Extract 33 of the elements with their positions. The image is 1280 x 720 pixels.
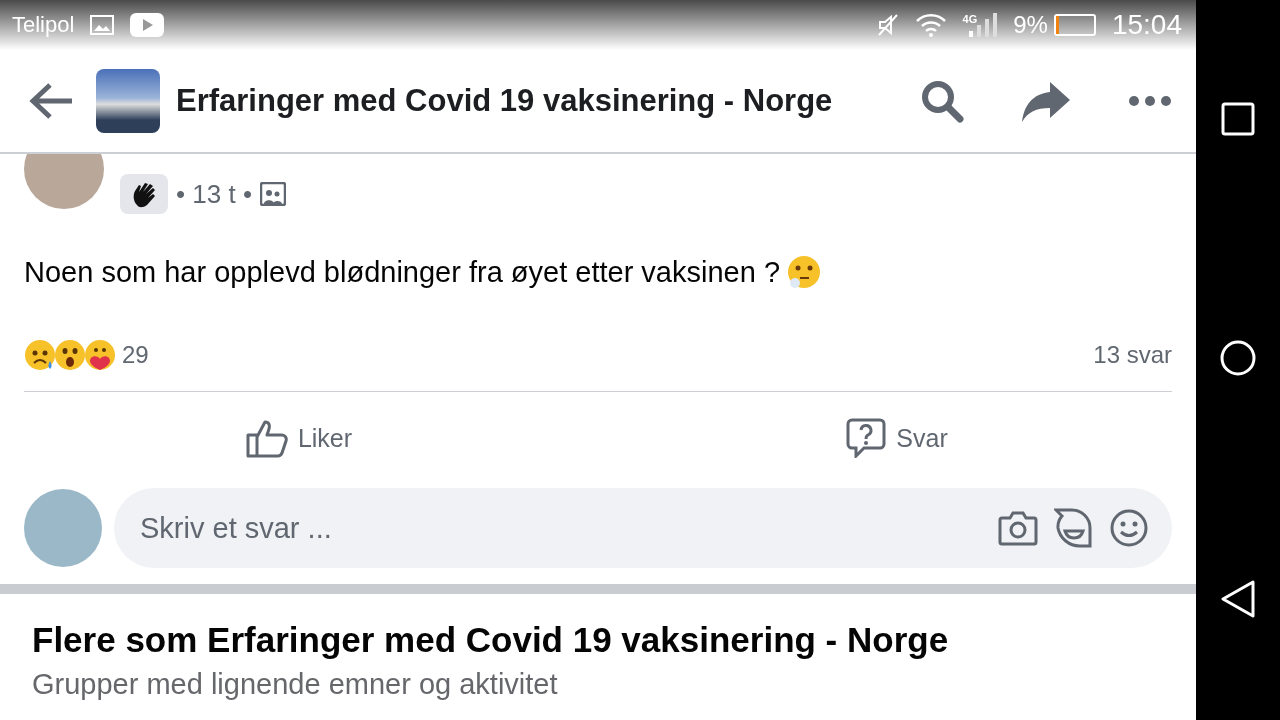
reply-button[interactable]: Svar [598, 392, 1196, 484]
play-icon [130, 13, 165, 37]
reply-count[interactable]: 13 svar [1093, 341, 1172, 369]
group-icon [260, 182, 287, 206]
group-photo-placeholder [96, 69, 160, 133]
reply-input-bar[interactable]: Skriv et svar ... [114, 488, 1172, 568]
image-icon [90, 15, 115, 35]
clock: 15:04 [1111, 9, 1182, 41]
reply-field[interactable]: Skriv et svar ... [138, 510, 982, 546]
wifi-icon [914, 13, 947, 37]
post-time: • 13 t • [176, 178, 253, 210]
surprised-face-icon [54, 339, 86, 371]
smiley-icon[interactable] [1110, 509, 1148, 547]
mute-icon [876, 13, 899, 37]
suggestions-title: Flere som Erfaringer med Covid 19 vaksinering - Norge [32, 620, 950, 660]
camera-icon[interactable] [998, 510, 1038, 546]
thinking-face-icon [786, 254, 822, 290]
home-button[interactable] [1218, 338, 1258, 378]
carrier-name: Telipol [12, 12, 75, 38]
battery-percent: 9% [1013, 11, 1048, 39]
thumbs-up-icon [245, 418, 288, 458]
waving-hand-badge [120, 174, 168, 214]
suggestions-subtitle: Grupper med lignende emner og aktivitet [32, 668, 559, 701]
sad-face-icon [24, 339, 56, 371]
post-text: Noen som har opplevd blødninger fra øyet etter vaksinen ? [24, 255, 780, 289]
sticker-icon[interactable] [1054, 508, 1094, 548]
like-button[interactable]: Liker [0, 392, 598, 484]
question-bubble-icon [846, 418, 887, 458]
hugging-face-icon [84, 339, 116, 371]
network-type: 4G [962, 13, 978, 25]
group-title: Erfaringer med Covid 19 vaksinering - Norge [176, 83, 833, 119]
recents-button[interactable] [1219, 100, 1257, 138]
reaction-count: 29 [122, 341, 149, 369]
